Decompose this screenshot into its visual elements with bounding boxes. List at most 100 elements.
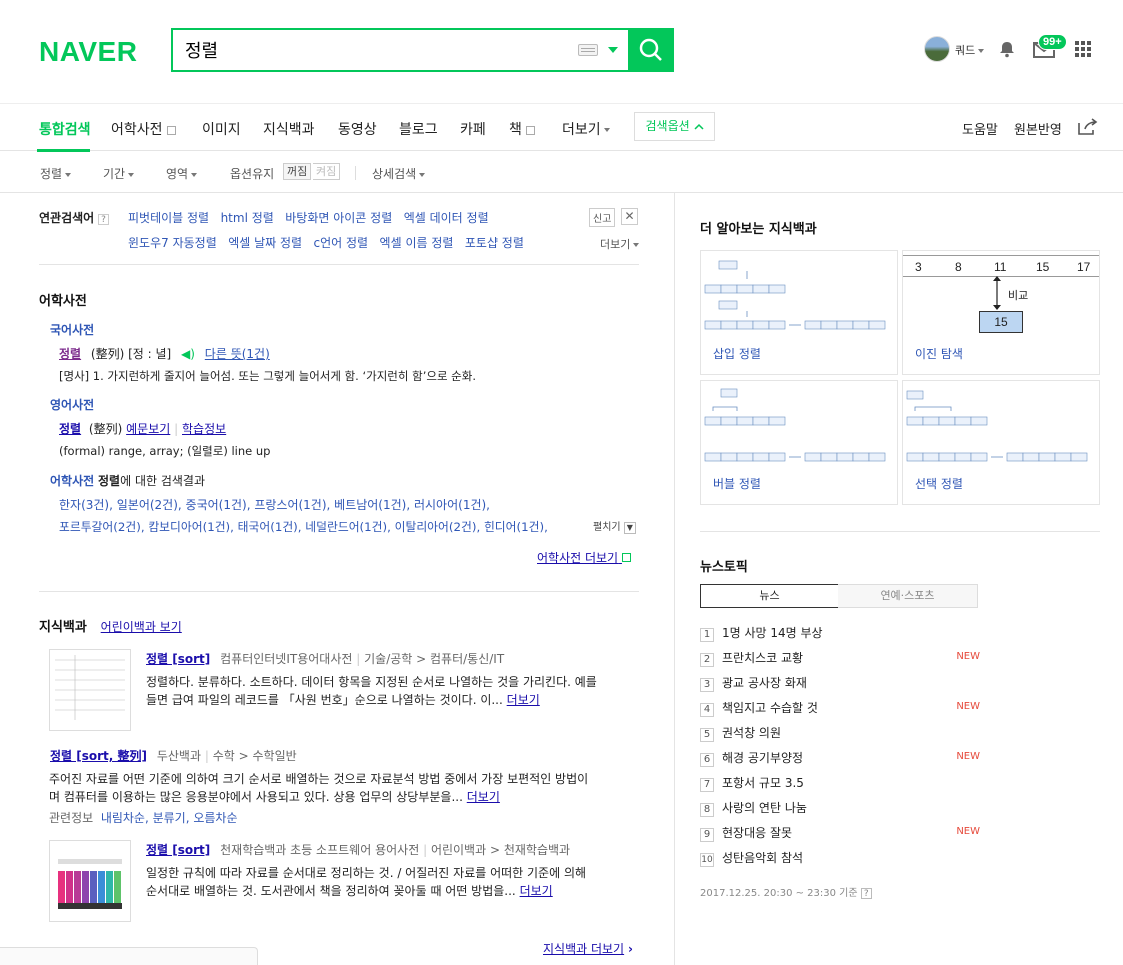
news-item[interactable]: 1 1명 사망 14명 부상: [700, 624, 980, 642]
news-tab-entertainment[interactable]: 연예·스포츠: [838, 584, 978, 608]
item-source[interactable]: 두산백과: [157, 749, 201, 763]
dict-languages-row-1[interactable]: 한자(3건), 일본어(2건), 중국어(1건), 프랑스어(1건), 베트남어…: [59, 496, 490, 513]
tab-dictionary[interactable]: 어학사전: [111, 119, 176, 139]
close-icon[interactable]: ✕: [621, 208, 638, 225]
filter-area[interactable]: 영역: [166, 165, 198, 182]
tab-more[interactable]: 더보기: [562, 119, 610, 139]
speaker-icon[interactable]: ◀): [181, 347, 195, 361]
item-category[interactable]: 어린이백과 > 천재학습백과: [431, 843, 570, 857]
column-divider: [674, 193, 675, 965]
encyclopedia-item-1-title[interactable]: 정렬 [sort]: [146, 652, 210, 666]
news-item[interactable]: 2 프란치스코 교황 NEW: [700, 649, 980, 667]
bubble-sort-diagram: [704, 388, 886, 462]
encyclopedia-thumbnail-1[interactable]: [49, 649, 131, 731]
apps-grid-icon[interactable]: [1075, 41, 1091, 57]
chevron-down-icon: [633, 243, 640, 247]
bell-icon[interactable]: [998, 40, 1016, 58]
encyclopedia-item-2-title[interactable]: 정렬 [sort, 整列]: [50, 749, 147, 763]
tab-encyclopedia[interactable]: 지식백과: [263, 119, 315, 139]
search-options-button[interactable]: 검색옵션: [634, 112, 715, 141]
tab-cafe[interactable]: 카페: [460, 119, 486, 139]
more-link[interactable]: 더보기: [507, 693, 540, 707]
english-word-link[interactable]: 정렬: [59, 422, 81, 436]
dictionary-more-link[interactable]: 어학사전 더보기: [537, 549, 631, 566]
related-more-label: 더보기: [600, 238, 631, 251]
news-title: 해경 공기부양정: [722, 751, 804, 765]
autocomplete-arrow-icon[interactable]: [608, 47, 618, 53]
news-item[interactable]: 10 성탄음악회 참석: [700, 849, 980, 867]
related-item[interactable]: 윈도우7 자동정렬: [128, 236, 217, 250]
filter-detail[interactable]: 상세검색: [372, 165, 426, 182]
news-item[interactable]: 5 권석창 의원: [700, 724, 980, 742]
news-item[interactable]: 3 광교 공사장 화재: [700, 674, 980, 692]
encyclopedia-item-3-title[interactable]: 정렬 [sort]: [146, 843, 210, 857]
korean-word-link[interactable]: 정렬: [59, 347, 81, 361]
help-icon[interactable]: ?: [98, 214, 110, 225]
filter-period[interactable]: 기간: [103, 165, 135, 182]
news-item[interactable]: 4 책임지고 수습할 것 NEW: [700, 699, 980, 717]
more-link[interactable]: 더보기: [520, 884, 553, 898]
example-link[interactable]: 예문보기: [126, 422, 170, 436]
share-icon[interactable]: [1077, 118, 1099, 136]
related-item[interactable]: 엑셀 날짜 정렬: [228, 236, 302, 250]
dict-result-label[interactable]: 어학사전: [50, 474, 94, 488]
avatar[interactable]: [924, 36, 950, 62]
english-dict-label[interactable]: 영어사전: [50, 396, 94, 413]
other-meanings-link[interactable]: 다른 뜻(1건): [205, 347, 270, 361]
help-icon[interactable]: ?: [860, 888, 872, 899]
expand-button[interactable]: 펼치기 ▼: [593, 518, 636, 534]
search-button[interactable]: [628, 28, 674, 72]
tab-blog[interactable]: 블로그: [399, 119, 438, 139]
keyboard-icon[interactable]: [578, 44, 598, 56]
filter-period-label: 기간: [103, 167, 126, 181]
related-item[interactable]: c언어 정렬: [314, 236, 369, 250]
knowledge-card-binary-search[interactable]: 3 8 11 15 17 비교 15 이진 탐색: [902, 250, 1100, 375]
item-source[interactable]: 천재학습백과 초등 소프트웨어 용어사전: [220, 843, 419, 857]
item-category[interactable]: 수학 > 수학일반: [213, 749, 297, 763]
tab-book[interactable]: 책: [509, 119, 535, 139]
item-category[interactable]: 기술/공학 > 컴퓨터/통신/IT: [364, 652, 504, 666]
tab-images[interactable]: 이미지: [202, 119, 241, 139]
news-item[interactable]: 6 해경 공기부양정 NEW: [700, 749, 980, 767]
related-more-button[interactable]: 더보기: [600, 236, 640, 252]
related-item[interactable]: 엑셀 이름 정렬: [380, 236, 454, 250]
tab-video[interactable]: 동영상: [338, 119, 377, 139]
kids-encyclopedia-link[interactable]: 어린이백과 보기: [101, 620, 182, 634]
study-info-link[interactable]: 학습정보: [182, 422, 226, 436]
keep-option-off[interactable]: 꺼짐: [283, 163, 312, 180]
news-title: 프란치스코 교황: [722, 651, 804, 665]
more-link[interactable]: 더보기: [467, 790, 500, 804]
related-terms-link[interactable]: 내림차순, 분류기, 오름차순: [101, 811, 238, 825]
item-source[interactable]: 컴퓨터인터넷IT용어대사전: [220, 652, 352, 666]
knowledge-card-insertion-sort[interactable]: 삽입 정렬: [700, 250, 898, 375]
related-item[interactable]: 포토샵 정렬: [465, 236, 524, 250]
keep-option-on[interactable]: 켜짐: [313, 163, 341, 180]
news-tab-news[interactable]: 뉴스: [700, 584, 839, 608]
related-item[interactable]: 피벗테이블 정렬: [128, 211, 209, 225]
report-button[interactable]: 신고: [589, 208, 616, 227]
feedback-link[interactable]: 원본반영: [1014, 119, 1062, 138]
divider: |: [174, 422, 179, 436]
news-title: 사랑의 연탄 나눔: [722, 801, 807, 815]
filter-sort[interactable]: 정렬: [40, 165, 72, 182]
news-item[interactable]: 7 포항서 규모 3.5: [700, 774, 980, 792]
tab-all[interactable]: 통합검색: [39, 119, 91, 139]
news-item[interactable]: 8 사랑의 연탄 나눔: [700, 799, 980, 817]
knowledge-card-selection-sort[interactable]: 선택 정렬: [902, 380, 1100, 505]
related-item[interactable]: 바탕화면 아이콘 정렬: [285, 211, 392, 225]
encyclopedia-more-link[interactable]: 지식백과 더보기 ›: [543, 940, 633, 957]
knowledge-card-bubble-sort[interactable]: 버블 정렬: [700, 380, 898, 505]
encyclopedia-thumbnail-3[interactable]: [49, 840, 131, 922]
help-link[interactable]: 도움말: [962, 119, 998, 138]
news-title: 1명 사망 14명 부상: [722, 626, 823, 640]
dict-languages-row-2[interactable]: 포르투갈어(2건), 캄보디아어(1건), 태국어(1건), 네덜란드어(1건)…: [59, 518, 548, 535]
username[interactable]: 쿼드: [955, 42, 985, 58]
related-item[interactable]: 엑셀 데이터 정렬: [404, 211, 489, 225]
related-item[interactable]: html 정렬: [221, 211, 274, 225]
color-bars-image: [58, 859, 122, 909]
news-item[interactable]: 9 현장대응 잘못 NEW: [700, 824, 980, 842]
korean-dict-label[interactable]: 국어사전: [50, 321, 94, 338]
news-time-label: 2017.12.25. 20:30 ~ 23:30 기준: [700, 888, 858, 899]
search-input[interactable]: [185, 38, 565, 62]
naver-logo[interactable]: NAVER: [39, 36, 137, 68]
